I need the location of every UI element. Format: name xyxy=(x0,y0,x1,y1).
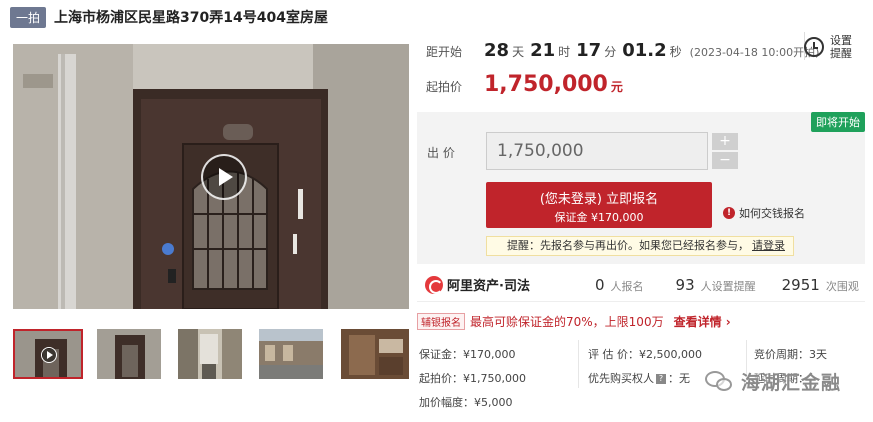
register-button-label: (您未登录) 立即报名 xyxy=(539,192,659,207)
title-bar: 一拍 上海市杨浦区民星路370弄14号404室房屋 xyxy=(10,6,328,28)
thumbnail-street xyxy=(259,329,323,379)
delay-cycle-info: 延时周期： xyxy=(754,372,809,385)
thumbnail-strip xyxy=(13,329,409,381)
status-badge: 即将开始 xyxy=(811,112,865,132)
thumbnail-5[interactable] xyxy=(341,329,411,379)
divider xyxy=(578,340,579,388)
stats-row: 阿里资产·司法 0 人报名 93 人设置提醒 2951 次围观 xyxy=(417,268,865,302)
start-price-info: 起拍价：¥1,750,000 xyxy=(419,372,526,385)
start-price: 起拍价 1,750,000 元 xyxy=(426,72,623,100)
priority-buyer-info: 优先购买权人? ：无 xyxy=(588,370,690,386)
how-to-pay-label: 如何交钱报名 xyxy=(739,207,805,220)
loan-badge: 辅银报名 xyxy=(417,312,465,330)
countdown-minutes: 17 xyxy=(576,40,602,61)
increase-bid-button[interactable]: + xyxy=(712,133,738,150)
how-to-pay-link[interactable]: ! 如何交钱报名 xyxy=(723,205,805,221)
register-now-button[interactable]: (您未登录) 立即报名 保证金 ¥170,000 xyxy=(486,182,712,228)
main-photo[interactable] xyxy=(13,44,409,309)
thumbnail-1[interactable] xyxy=(13,329,83,379)
view-number: 2951 xyxy=(781,275,820,294)
reminder-count: 93 人设置提醒 xyxy=(676,276,756,294)
countdown-seconds: 01.2 xyxy=(622,40,667,61)
loan-text: 最高可赊保证金的70%，上限100万 xyxy=(470,314,664,329)
wechat-icon xyxy=(705,370,735,393)
play-video-button[interactable] xyxy=(201,154,247,200)
start-price-value: 1,750,000 xyxy=(484,72,608,97)
thumbnail-2[interactable] xyxy=(97,329,167,379)
registrant-count: 0 人报名 xyxy=(595,276,644,294)
bid-amount-input[interactable]: 1,750,000 xyxy=(486,132,708,170)
play-icon xyxy=(41,347,57,363)
view-count: 2951 次围观 xyxy=(782,276,859,294)
appraisal-info: 评 估 价：¥2,500,000 xyxy=(588,348,702,361)
countdown-label: 距开始 xyxy=(426,45,463,59)
login-tip: 提醒：先报名参与再出价。如果您已经报名参与， 请登录 xyxy=(486,236,794,256)
decrease-bid-button[interactable]: − xyxy=(712,152,738,169)
set-reminder-label: 设置提醒 xyxy=(830,34,852,60)
deposit-amount-label: 保证金 ¥170,000 xyxy=(554,211,644,224)
play-icon xyxy=(219,168,233,186)
reminder-number: 93 xyxy=(675,275,695,294)
thumbnail-3[interactable] xyxy=(178,329,248,379)
page-title: 上海市杨浦区民星路370弄14号404室房屋 xyxy=(54,10,328,26)
increment-info: 加价幅度：¥5,000 xyxy=(419,396,513,409)
set-reminder-button[interactable]: 设置提醒 xyxy=(804,32,864,62)
bid-panel: 即将开始 出 价 1,750,000 + − (您未登录) 立即报名 保证金 ¥… xyxy=(417,112,865,264)
bidding-cycle-info: 竞价周期：3天 xyxy=(754,348,827,361)
alibaba-assets-logo: 阿里资产·司法 xyxy=(425,275,585,294)
view-details-link[interactable]: 查看详情 › xyxy=(674,313,731,330)
hours-unit: 时 xyxy=(558,45,571,59)
registrant-label: 人报名 xyxy=(610,279,644,293)
seconds-unit: 秒 xyxy=(669,45,682,59)
auction-start-time: (2023-04-18 10:00开拍) xyxy=(689,46,820,59)
help-icon[interactable]: ? xyxy=(656,374,666,384)
alarm-clock-icon xyxy=(804,37,824,57)
view-label: 次围观 xyxy=(825,279,859,293)
deposit-info: 保证金：¥170,000 xyxy=(419,348,516,361)
bid-label: 出 价 xyxy=(427,146,455,160)
days-unit: 天 xyxy=(512,45,525,59)
start-price-label: 起拍价 xyxy=(426,80,463,94)
thumbnail-alley xyxy=(178,329,242,379)
alibaba-assets-icon xyxy=(425,275,443,294)
countdown-hours: 21 xyxy=(530,40,556,61)
exclamation-icon: ! xyxy=(723,207,735,219)
login-link[interactable]: 请登录 xyxy=(752,239,785,252)
tip-text: 提醒：先报名参与再出价。如果您已经报名参与， xyxy=(507,239,749,252)
registrant-number: 0 xyxy=(595,275,605,294)
thumbnail-stairs xyxy=(341,329,409,379)
auction-round-tag: 一拍 xyxy=(10,6,47,28)
reminder-count-label: 人设置提醒 xyxy=(700,279,756,293)
divider xyxy=(746,340,747,388)
minutes-unit: 分 xyxy=(604,45,617,59)
countdown: 距开始 28 天 21 时 17 分 01.2 秒 (2023-04-18 10… xyxy=(426,40,819,66)
brand-name: 阿里资产·司法 xyxy=(447,279,530,294)
thumbnail-4[interactable] xyxy=(259,329,329,379)
thumbnail-door xyxy=(97,329,161,379)
deposit-loan-row: 辅银报名 最高可赊保证金的70%，上限100万 查看详情 › xyxy=(417,311,731,331)
countdown-days: 28 xyxy=(484,40,510,61)
priority-buyer-value: ：无 xyxy=(668,372,690,385)
start-price-unit: 元 xyxy=(610,80,623,94)
priority-buyer-label: 优先购买权人 xyxy=(588,372,654,385)
